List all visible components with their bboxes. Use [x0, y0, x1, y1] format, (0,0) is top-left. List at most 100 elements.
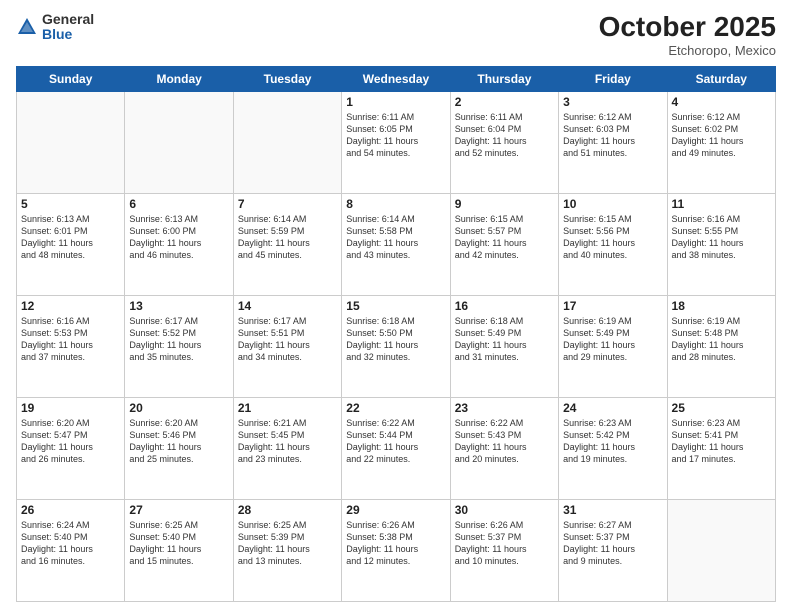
day-number: 3 [563, 95, 662, 109]
day-info: Sunrise: 6:14 AMSunset: 5:58 PMDaylight:… [346, 213, 445, 262]
day-cell-16: 16 Sunrise: 6:18 AMSunset: 5:49 PMDayligh… [450, 295, 558, 397]
day-cell-12: 12Sunrise: 6:16 AMSunset: 5:53 PMDayligh… [17, 295, 125, 397]
day-number: 2 [455, 95, 554, 109]
day-number: 17 [563, 299, 662, 313]
day-cell-5: 5 Sunrise: 6:13 AMSunset: 6:01 PMDaylight… [17, 193, 125, 295]
day-info: Sunrise: 6:22 AMSunset: 5:44 PMDaylight:… [346, 417, 445, 466]
day-number: 25 [672, 401, 771, 415]
day-number: 6 [129, 197, 228, 211]
day-cell-4: 4Sunrise: 6:12 AMSunset: 6:02 PMDaylight… [667, 91, 775, 193]
empty-cell [17, 91, 125, 193]
day-cell-7: 7 Sunrise: 6:14 AMSunset: 5:59 PMDaylight… [233, 193, 341, 295]
day-number: 24 [563, 401, 662, 415]
day-info: Sunrise: 6:15 AMSunset: 5:57 PMDaylight:… [455, 213, 554, 262]
empty-cell [667, 499, 775, 601]
day-cell-1: 1 Sunrise: 6:11 AMSunset: 6:05 PMDaylight… [342, 91, 450, 193]
day-number: 21 [238, 401, 337, 415]
logo: General Blue [16, 12, 94, 43]
calendar-table: SundayMondayTuesdayWednesdayThursdayFrid… [16, 66, 776, 602]
day-number: 27 [129, 503, 228, 517]
header: General Blue October 2025 Etchoropo, Mex… [16, 12, 776, 58]
day-info: Sunrise: 6:17 AMSunset: 5:51 PMDaylight:… [238, 315, 337, 364]
day-cell-9: 9 Sunrise: 6:15 AMSunset: 5:57 PMDaylight… [450, 193, 558, 295]
day-info: Sunrise: 6:19 AMSunset: 5:49 PMDaylight:… [563, 315, 662, 364]
day-number: 7 [238, 197, 337, 211]
empty-cell [125, 91, 233, 193]
day-info: Sunrise: 6:15 AMSunset: 5:56 PMDaylight:… [563, 213, 662, 262]
day-info: Sunrise: 6:11 AMSunset: 6:04 PMDaylight:… [455, 111, 554, 160]
day-info: Sunrise: 6:16 AMSunset: 5:55 PMDaylight:… [672, 213, 771, 262]
week-row-1: 1 Sunrise: 6:11 AMSunset: 6:05 PMDaylight… [17, 91, 776, 193]
weekday-header-row: SundayMondayTuesdayWednesdayThursdayFrid… [17, 66, 776, 91]
day-number: 10 [563, 197, 662, 211]
subtitle: Etchoropo, Mexico [599, 43, 776, 58]
empty-cell [233, 91, 341, 193]
day-number: 12 [21, 299, 120, 313]
day-number: 1 [346, 95, 445, 109]
day-number: 18 [672, 299, 771, 313]
weekday-header-sunday: Sunday [17, 66, 125, 91]
month-title: October 2025 [599, 12, 776, 43]
weekday-header-friday: Friday [559, 66, 667, 91]
day-cell-13: 13Sunrise: 6:17 AMSunset: 5:52 PMDayligh… [125, 295, 233, 397]
day-number: 8 [346, 197, 445, 211]
logo-blue: Blue [42, 27, 94, 42]
logo-general: General [42, 12, 94, 27]
day-cell-23: 23 Sunrise: 6:22 AMSunset: 5:43 PMDayligh… [450, 397, 558, 499]
day-number: 23 [455, 401, 554, 415]
day-cell-10: 10 Sunrise: 6:15 AMSunset: 5:56 PMDayligh… [559, 193, 667, 295]
day-cell-2: 2 Sunrise: 6:11 AMSunset: 6:04 PMDaylight… [450, 91, 558, 193]
day-cell-6: 6 Sunrise: 6:13 AMSunset: 6:00 PMDaylight… [125, 193, 233, 295]
day-info: Sunrise: 6:23 AMSunset: 5:42 PMDaylight:… [563, 417, 662, 466]
logo-icon [16, 16, 38, 38]
day-number: 19 [21, 401, 120, 415]
day-cell-28: 28Sunrise: 6:25 AMSunset: 5:39 PMDayligh… [233, 499, 341, 601]
weekday-header-monday: Monday [125, 66, 233, 91]
day-info: Sunrise: 6:13 AMSunset: 6:00 PMDaylight:… [129, 213, 228, 262]
day-number: 31 [563, 503, 662, 517]
day-number: 29 [346, 503, 445, 517]
week-row-2: 5 Sunrise: 6:13 AMSunset: 6:01 PMDaylight… [17, 193, 776, 295]
day-info: Sunrise: 6:26 AMSunset: 5:37 PMDaylight:… [455, 519, 554, 568]
day-number: 5 [21, 197, 120, 211]
day-cell-30: 30 Sunrise: 6:26 AMSunset: 5:37 PMDayligh… [450, 499, 558, 601]
day-info: Sunrise: 6:11 AMSunset: 6:05 PMDaylight:… [346, 111, 445, 160]
day-number: 16 [455, 299, 554, 313]
day-info: Sunrise: 6:14 AMSunset: 5:59 PMDaylight:… [238, 213, 337, 262]
page: General Blue October 2025 Etchoropo, Mex… [0, 0, 792, 612]
day-cell-15: 15 Sunrise: 6:18 AMSunset: 5:50 PMDayligh… [342, 295, 450, 397]
day-info: Sunrise: 6:18 AMSunset: 5:50 PMDaylight:… [346, 315, 445, 364]
day-cell-22: 22Sunrise: 6:22 AMSunset: 5:44 PMDayligh… [342, 397, 450, 499]
day-info: Sunrise: 6:23 AMSunset: 5:41 PMDaylight:… [672, 417, 771, 466]
day-cell-21: 21 Sunrise: 6:21 AMSunset: 5:45 PMDayligh… [233, 397, 341, 499]
weekday-header-thursday: Thursday [450, 66, 558, 91]
logo-text: General Blue [42, 12, 94, 43]
day-cell-26: 26Sunrise: 6:24 AMSunset: 5:40 PMDayligh… [17, 499, 125, 601]
day-cell-24: 24 Sunrise: 6:23 AMSunset: 5:42 PMDayligh… [559, 397, 667, 499]
day-number: 13 [129, 299, 228, 313]
day-info: Sunrise: 6:19 AMSunset: 5:48 PMDaylight:… [672, 315, 771, 364]
day-info: Sunrise: 6:20 AMSunset: 5:46 PMDaylight:… [129, 417, 228, 466]
week-row-4: 19 Sunrise: 6:20 AMSunset: 5:47 PMDayligh… [17, 397, 776, 499]
day-info: Sunrise: 6:13 AMSunset: 6:01 PMDaylight:… [21, 213, 120, 262]
title-block: October 2025 Etchoropo, Mexico [599, 12, 776, 58]
day-info: Sunrise: 6:20 AMSunset: 5:47 PMDaylight:… [21, 417, 120, 466]
day-cell-20: 20 Sunrise: 6:20 AMSunset: 5:46 PMDayligh… [125, 397, 233, 499]
day-info: Sunrise: 6:21 AMSunset: 5:45 PMDaylight:… [238, 417, 337, 466]
day-number: 28 [238, 503, 337, 517]
day-number: 20 [129, 401, 228, 415]
day-number: 15 [346, 299, 445, 313]
weekday-header-wednesday: Wednesday [342, 66, 450, 91]
day-info: Sunrise: 6:12 AMSunset: 6:03 PMDaylight:… [563, 111, 662, 160]
weekday-header-tuesday: Tuesday [233, 66, 341, 91]
day-info: Sunrise: 6:24 AMSunset: 5:40 PMDaylight:… [21, 519, 120, 568]
day-cell-18: 18 Sunrise: 6:19 AMSunset: 5:48 PMDayligh… [667, 295, 775, 397]
day-info: Sunrise: 6:18 AMSunset: 5:49 PMDaylight:… [455, 315, 554, 364]
day-cell-8: 8 Sunrise: 6:14 AMSunset: 5:58 PMDaylight… [342, 193, 450, 295]
day-info: Sunrise: 6:25 AMSunset: 5:40 PMDaylight:… [129, 519, 228, 568]
day-number: 30 [455, 503, 554, 517]
day-info: Sunrise: 6:22 AMSunset: 5:43 PMDaylight:… [455, 417, 554, 466]
day-number: 9 [455, 197, 554, 211]
day-cell-19: 19 Sunrise: 6:20 AMSunset: 5:47 PMDayligh… [17, 397, 125, 499]
day-info: Sunrise: 6:27 AMSunset: 5:37 PMDaylight:… [563, 519, 662, 568]
